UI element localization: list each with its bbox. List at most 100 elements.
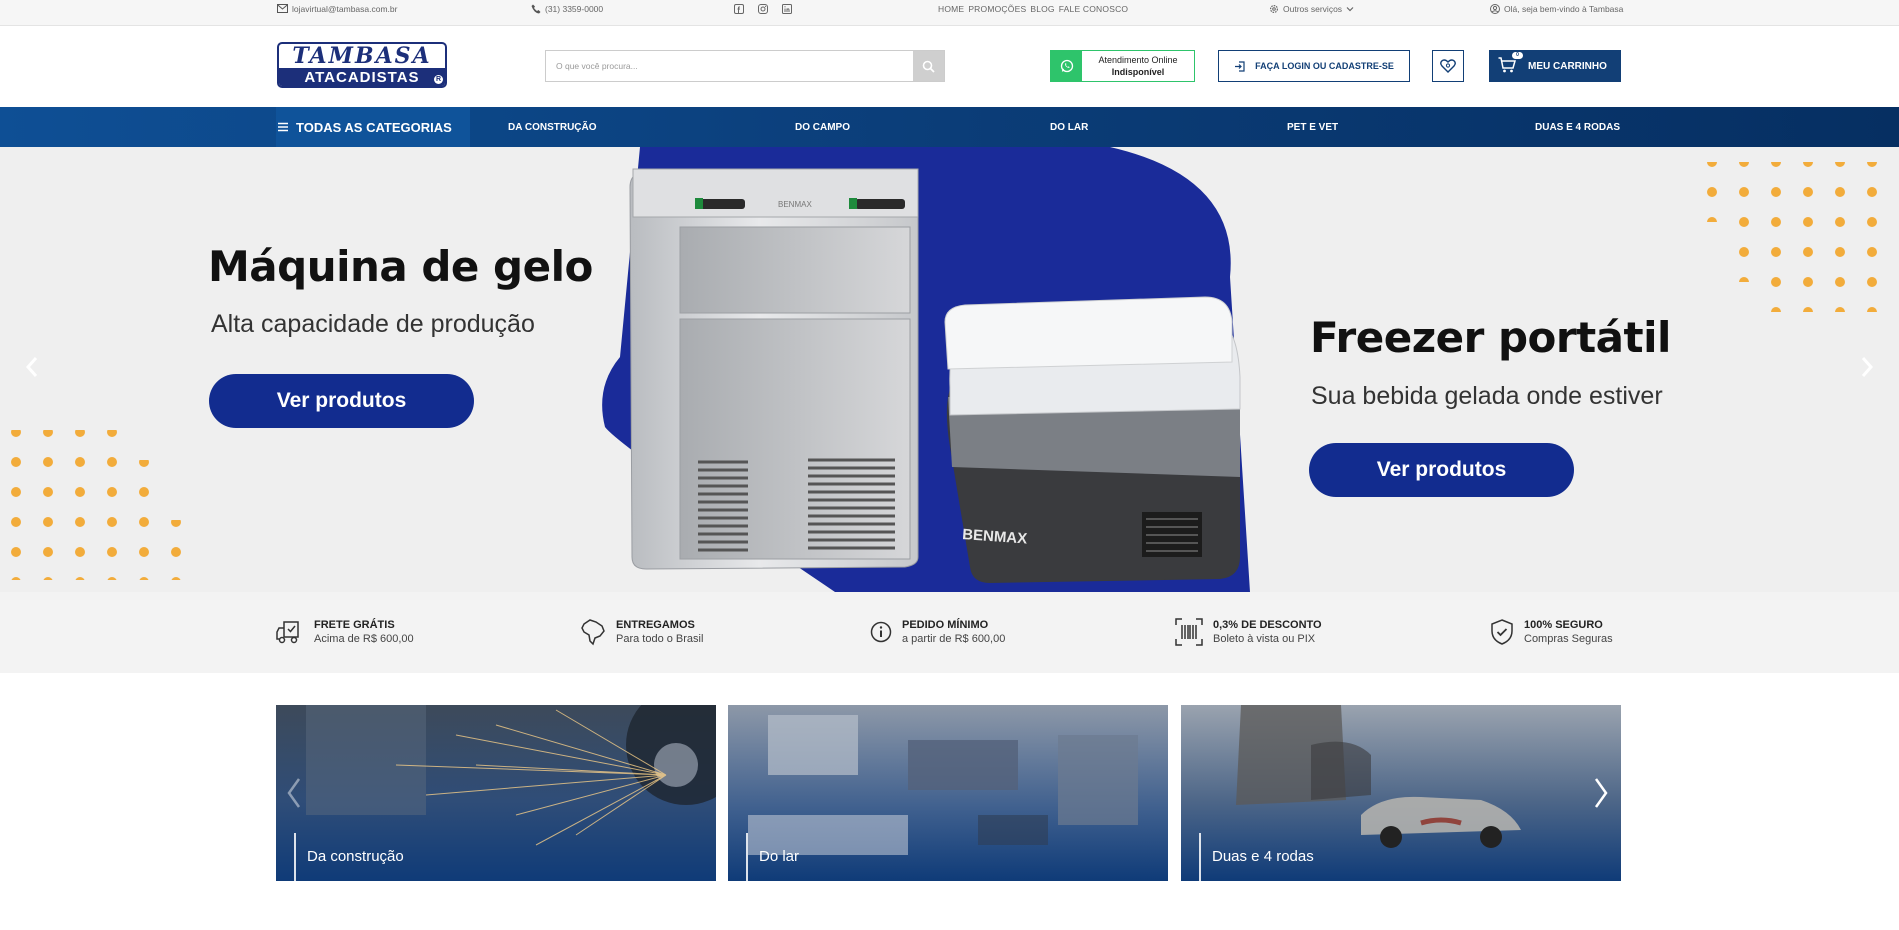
feature-desconto: 0,3% DE DESCONTO Boleto à vista ou PIX bbox=[1175, 618, 1322, 646]
brazil-map-icon bbox=[581, 619, 605, 646]
portable-freezer-image: BENMAX bbox=[944, 296, 1241, 583]
feature-entregamos: ENTREGAMOS Para todo o Brasil bbox=[580, 618, 703, 646]
all-categories-label: TODAS AS CATEGORIAS bbox=[296, 119, 452, 135]
login-icon bbox=[1235, 60, 1245, 72]
feature-subtitle: Boleto à vista ou PIX bbox=[1213, 633, 1316, 645]
chevron-left-icon bbox=[287, 778, 301, 808]
category-card-label: Do lar bbox=[759, 848, 800, 865]
phone-contact[interactable]: (31) 3359-0000 bbox=[531, 0, 603, 17]
features-strip: FRETE GRÁTIS Acima de R$ 600,00 ENTREGAM… bbox=[0, 592, 1899, 673]
chevron-right-icon bbox=[1594, 778, 1608, 808]
card-accent-bar bbox=[746, 833, 748, 881]
feature-title: FRETE GRÁTIS bbox=[314, 619, 395, 631]
gear-icon bbox=[1269, 4, 1279, 13]
card-accent-bar bbox=[1199, 833, 1201, 881]
social-links bbox=[734, 0, 792, 17]
top-nav: HOME PROMOÇÕES BLOG FALE CONOSCO bbox=[938, 0, 1128, 17]
feature-seguro: 100% SEGURO Compras Seguras bbox=[1490, 618, 1613, 646]
category-card-label: Duas e 4 rodas bbox=[1212, 848, 1314, 865]
top-nav-fale-conosco[interactable]: FALE CONOSCO bbox=[1059, 4, 1128, 14]
search-button[interactable] bbox=[913, 51, 944, 81]
decorative-dots-right bbox=[1700, 162, 1892, 312]
cart-button[interactable]: 0 MEU CARRINHO bbox=[1489, 50, 1621, 82]
ice-machine-brand: BENMAX bbox=[778, 200, 812, 209]
info-icon bbox=[870, 621, 892, 643]
registered-mark: R bbox=[434, 75, 443, 84]
card-accent-bar bbox=[294, 833, 296, 881]
login-label: FAÇA LOGIN OU CADASTRE-SE bbox=[1255, 61, 1394, 71]
category-card-construcao[interactable]: Da construção bbox=[276, 705, 716, 881]
greeting-text: Olá, seja bem-vindo à Tambasa bbox=[1504, 3, 1624, 14]
feature-subtitle: a partir de R$ 600,00 bbox=[902, 633, 1006, 645]
login-button[interactable]: FAÇA LOGIN OU CADASTRE-SE bbox=[1218, 50, 1410, 82]
feature-title: PEDIDO MÍNIMO bbox=[902, 619, 989, 631]
hero-prev-arrow[interactable] bbox=[20, 352, 44, 382]
linkedin-icon[interactable] bbox=[782, 3, 792, 14]
category-cards: Da construção Do lar Duas e 4 rodas bbox=[276, 705, 1621, 881]
ice-machine-image: BENMAX bbox=[629, 168, 919, 570]
user-icon bbox=[1490, 3, 1500, 14]
email-contact[interactable]: lojavirtual@tambasa.com.br bbox=[277, 0, 397, 17]
nav-do-campo[interactable]: DO CAMPO bbox=[795, 107, 850, 147]
all-categories-button[interactable]: TODAS AS CATEGORIAS bbox=[276, 107, 470, 147]
decorative-dots-left bbox=[4, 430, 196, 580]
chevron-down-icon bbox=[1346, 6, 1354, 11]
tambasa-logo[interactable]: TAMBASA ATACADISTAS R bbox=[277, 42, 447, 88]
hero-left-cta-button[interactable]: Ver produtos bbox=[209, 374, 474, 428]
top-nav-promocoes[interactable]: PROMOÇÕES bbox=[968, 4, 1026, 14]
shield-check-icon bbox=[1491, 619, 1513, 645]
feature-title: ENTREGAMOS bbox=[616, 619, 695, 631]
hero-right-title: Freezer portátil bbox=[1310, 313, 1671, 362]
nav-do-lar[interactable]: DO LAR bbox=[1050, 107, 1088, 147]
header: TAMBASA ATACADISTAS R Atendimento Online… bbox=[0, 26, 1899, 107]
user-greeting[interactable]: Olá, seja bem-vindo à Tambasa bbox=[1490, 0, 1623, 17]
hero-graphics: BENMAX BENMAX bbox=[4, 147, 1892, 592]
category-card-rodas[interactable]: Duas e 4 rodas bbox=[1181, 705, 1621, 881]
hero-right-subtitle: Sua bebida gelada onde estiver bbox=[1311, 382, 1663, 410]
instagram-icon[interactable] bbox=[758, 3, 768, 14]
nav-da-construcao[interactable]: DA CONSTRUÇÃO bbox=[508, 107, 597, 147]
favorites-button[interactable] bbox=[1432, 50, 1464, 82]
other-services-dropdown[interactable]: Outros serviços bbox=[1269, 0, 1354, 17]
barcode-icon bbox=[1175, 618, 1203, 646]
cart-label: MEU CARRINHO bbox=[1528, 60, 1607, 72]
search-input[interactable] bbox=[546, 51, 913, 81]
hero-left-subtitle: Alta capacidade de produção bbox=[211, 310, 535, 338]
facebook-icon[interactable] bbox=[734, 3, 744, 14]
cart-icon-wrap: 0 bbox=[1498, 51, 1523, 76]
top-nav-home[interactable]: HOME bbox=[938, 4, 964, 14]
feature-subtitle: Para todo o Brasil bbox=[616, 633, 704, 645]
feature-frete-gratis: FRETE GRÁTIS Acima de R$ 600,00 bbox=[276, 618, 414, 646]
menu-icon bbox=[278, 122, 288, 132]
hero-right-cta-button[interactable]: Ver produtos bbox=[1309, 443, 1574, 497]
category-prev-arrow[interactable] bbox=[282, 773, 306, 813]
cart-count-badge: 0 bbox=[1512, 51, 1523, 59]
chevron-left-icon bbox=[25, 357, 38, 377]
chevron-right-icon bbox=[1861, 357, 1874, 377]
logo-text-tambasa: TAMBASA bbox=[292, 43, 432, 69]
feature-title: 100% SEGURO bbox=[1524, 619, 1603, 631]
hero-left-title: Máquina de gelo bbox=[208, 242, 593, 291]
hero-banner: BENMAX BENMAX Máquina de gelo Alta capac… bbox=[0, 147, 1899, 592]
category-next-arrow[interactable] bbox=[1589, 773, 1613, 813]
feature-title: 0,3% DE DESCONTO bbox=[1213, 619, 1322, 631]
truck-icon bbox=[276, 621, 299, 644]
search-icon bbox=[922, 60, 935, 73]
phone-text: (31) 3359-0000 bbox=[545, 3, 604, 14]
logo-text-atacadistas: ATACADISTAS bbox=[279, 68, 445, 86]
hero-next-arrow[interactable] bbox=[1855, 352, 1879, 382]
top-nav-blog[interactable]: BLOG bbox=[1030, 4, 1054, 14]
support-status: Indisponível bbox=[1111, 67, 1165, 77]
whatsapp-icon bbox=[1060, 59, 1073, 73]
phone-icon bbox=[531, 4, 541, 13]
search-bar bbox=[545, 50, 945, 82]
category-card-lar[interactable]: Do lar bbox=[728, 705, 1168, 881]
support-title: Atendimento Online bbox=[1098, 55, 1178, 65]
mail-icon bbox=[277, 4, 288, 13]
feature-subtitle: Compras Seguras bbox=[1524, 633, 1613, 645]
email-text: lojavirtual@tambasa.com.br bbox=[292, 3, 398, 14]
nav-duas-e-4-rodas[interactable]: DUAS E 4 RODAS bbox=[1535, 107, 1620, 147]
main-nav: TODAS AS CATEGORIAS DA CONSTRUÇÃO DO CAM… bbox=[0, 107, 1899, 147]
online-support-button[interactable]: Atendimento Online Indisponível bbox=[1050, 50, 1195, 82]
nav-pet-e-vet[interactable]: PET E VET bbox=[1287, 107, 1338, 147]
